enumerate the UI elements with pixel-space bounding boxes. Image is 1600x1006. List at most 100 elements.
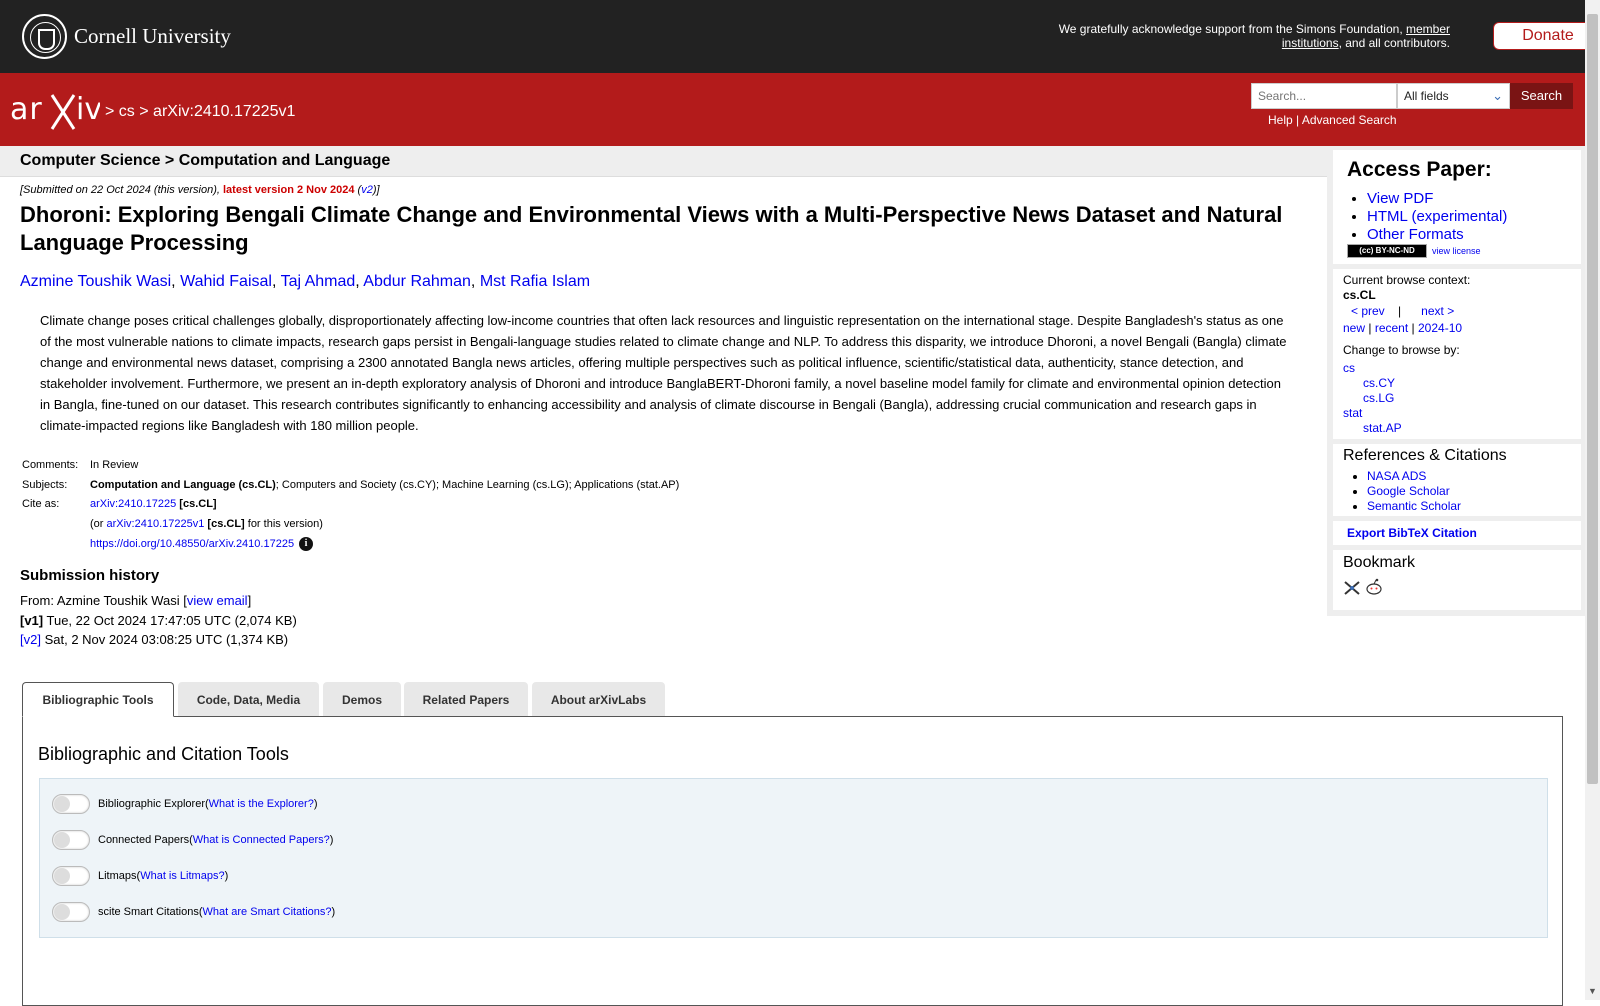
browse-stat-ap-link[interactable]: stat.AP <box>1343 421 1460 436</box>
html-experimental-link[interactable]: HTML (experimental) <box>1367 208 1507 225</box>
abstract: Climate change poses critical challenges… <box>40 313 1287 433</box>
view-license-link[interactable]: view license <box>1432 246 1481 256</box>
comments-label: Comments: <box>22 459 79 471</box>
v2-history-link[interactable]: [v2] <box>20 632 41 647</box>
tab-bibliographic-tools[interactable]: Bibliographic Tools <box>22 682 174 717</box>
access-paper-box: Access Paper: View PDF HTML (experimenta… <box>1333 150 1581 264</box>
cc-license-badge[interactable]: (cc) BY-NC-ND <box>1347 244 1427 258</box>
breadcrumb-paper-id: arXiv:2410.17225v1 <box>153 103 296 120</box>
month-link[interactable]: 2024-10 <box>1418 321 1462 335</box>
tool-help-link[interactable]: What is Litmaps? <box>140 870 224 882</box>
cite-version-value: (or arXiv:2410.17225v1 [cs.CL] for this … <box>88 518 679 538</box>
other-subjects: ; Computers and Society (cs.CY); Machine… <box>275 478 680 491</box>
subject-heading-bar: Computer Science > Computation and Langu… <box>0 146 1328 177</box>
view-email-link[interactable]: view email <box>187 593 248 608</box>
search-help-links: Help | Advanced Search <box>1268 113 1397 127</box>
cite-v1-link[interactable]: arXiv:2410.17225v1 <box>107 518 205 530</box>
tool-help-link[interactable]: What are Smart Citations? <box>203 906 332 918</box>
submitter-suffix: ] <box>247 593 252 608</box>
browse-stat-link[interactable]: stat <box>1343 406 1460 421</box>
browse-cs-link[interactable]: cs <box>1343 361 1460 376</box>
comments-value: In Review <box>90 459 139 471</box>
connected-papers-toggle[interactable] <box>52 830 90 850</box>
subjects-row: Subjects: Computation and Language (cs.C… <box>20 479 679 499</box>
search-field-select[interactable]: All fields ⌄ <box>1397 83 1510 109</box>
doi-row: https://doi.org/10.48550/arXiv.2410.1722… <box>20 537 679 557</box>
info-icon[interactable]: i <box>299 537 314 551</box>
arxiv-logo[interactable]: ar iv <box>10 91 102 136</box>
bookmark-icons <box>1343 578 1383 599</box>
cite-category: [cs.CL] <box>179 498 217 510</box>
tool-help-link[interactable]: What is Connected Papers? <box>193 834 330 846</box>
tool-label: scite Smart Citations <box>98 906 199 918</box>
view-pdf-link[interactable]: View PDF <box>1367 190 1433 207</box>
author-link[interactable]: Wahid Faisal <box>180 273 272 290</box>
nasa-ads-link[interactable]: NASA ADS <box>1367 469 1426 483</box>
advanced-search-link[interactable]: Advanced Search <box>1302 113 1397 127</box>
cornell-logo[interactable]: Cornell University <box>22 14 231 59</box>
tab-about-arxivlabs[interactable]: About arXivLabs <box>532 682 665 716</box>
subjects-label: Subjects: <box>22 478 68 491</box>
browse-cs-cy-link[interactable]: cs.CY <box>1343 376 1460 391</box>
scroll-down-arrow-icon[interactable]: ▼ <box>1588 986 1597 996</box>
v2-link[interactable]: v2 <box>361 184 373 196</box>
search-button[interactable]: Search <box>1510 83 1573 109</box>
doi-link[interactable]: https://doi.org/10.48550/arXiv.2410.1722… <box>90 538 294 550</box>
paren: ) <box>224 870 229 882</box>
breadcrumb-cs-link[interactable]: cs <box>119 103 135 120</box>
paren: ) <box>331 906 336 918</box>
tool-help-link[interactable]: What is the Explorer? <box>209 798 314 810</box>
dateline: [Submitted on 22 Oct 2024 (this version)… <box>20 184 380 196</box>
scite-toggle[interactable] <box>52 902 90 922</box>
next-link[interactable]: next > <box>1421 304 1454 318</box>
semantic-scholar-link[interactable]: Semantic Scholar <box>1367 499 1461 513</box>
tab-code-data-media[interactable]: Code, Data, Media <box>178 682 319 716</box>
help-link[interactable]: Help <box>1268 113 1293 127</box>
search-input[interactable] <box>1251 83 1397 109</box>
explorer-toggle[interactable] <box>52 794 90 814</box>
references-title: References & Citations <box>1343 447 1507 464</box>
tab-demos[interactable]: Demos <box>323 682 401 716</box>
change-browse: Change to browse by: cs cs.CY cs.LG stat… <box>1343 343 1460 436</box>
google-scholar-link[interactable]: Google Scholar <box>1367 484 1450 498</box>
author-link[interactable]: Azmine Toushik Wasi <box>20 273 171 290</box>
arxiv-logo-icon: ar iv <box>10 92 102 130</box>
support-suffix: , and all contributors. <box>1338 36 1450 50</box>
tab-related-papers[interactable]: Related Papers <box>404 682 528 716</box>
scrollbar-thumb[interactable] <box>1587 14 1598 784</box>
browse-nav: < prev | next > new | recent | 2024-10 <box>1343 303 1573 337</box>
prev-link[interactable]: < prev <box>1351 304 1385 318</box>
page-scrollbar[interactable]: ▼ <box>1585 0 1600 1000</box>
breadcrumb-separator: > <box>139 103 149 120</box>
author-link[interactable]: Taj Ahmad <box>281 273 356 290</box>
author-link[interactable]: Mst Rafia Islam <box>480 273 590 290</box>
nav-separator: | <box>1398 304 1402 318</box>
browse-context-label: Current browse context: <box>1343 273 1471 287</box>
access-links: View PDF HTML (experimental) Other Forma… <box>1347 190 1507 244</box>
submission-history: From: Azmine Toushik Wasi [view email] [… <box>20 591 297 650</box>
paren: ) <box>313 798 318 810</box>
access-paper-title: Access Paper: <box>1347 158 1492 181</box>
author-link[interactable]: Abdur Rahman <box>363 273 471 290</box>
export-bibtex-link[interactable]: Export BibTeX Citation <box>1347 526 1477 540</box>
reddit-icon[interactable] <box>1365 578 1383 596</box>
tool-row-connected-papers: Connected Papers (What is Connected Pape… <box>52 830 333 850</box>
recent-link[interactable]: recent <box>1375 321 1408 335</box>
donate-button[interactable]: Donate <box>1493 22 1600 50</box>
support-message: We gratefully acknowledge support from t… <box>1020 22 1450 50</box>
support-prefix: We gratefully acknowledge support from t… <box>1058 22 1406 36</box>
browse-cs-lg-link[interactable]: cs.LG <box>1343 391 1460 406</box>
bibsonomy-icon[interactable] <box>1343 580 1361 596</box>
other-formats-link[interactable]: Other Formats <box>1367 226 1464 243</box>
license-row: (cc) BY-NC-ND view license <box>1347 244 1481 258</box>
svg-text:ar: ar <box>10 92 43 127</box>
change-browse-label: Change to browse by: <box>1343 343 1460 357</box>
cite-version-row: (or arXiv:2410.17225v1 [cs.CL] for this … <box>20 518 679 538</box>
litmaps-toggle[interactable] <box>52 866 90 886</box>
cite-id-link[interactable]: arXiv:2410.17225 <box>90 498 176 510</box>
browse-context-value: cs.CL <box>1343 288 1376 302</box>
svg-text:iv: iv <box>76 92 100 127</box>
bookmark-title: Bookmark <box>1343 554 1416 571</box>
subject-heading: Computer Science > Computation and Langu… <box>20 152 391 169</box>
new-link[interactable]: new <box>1343 321 1365 335</box>
